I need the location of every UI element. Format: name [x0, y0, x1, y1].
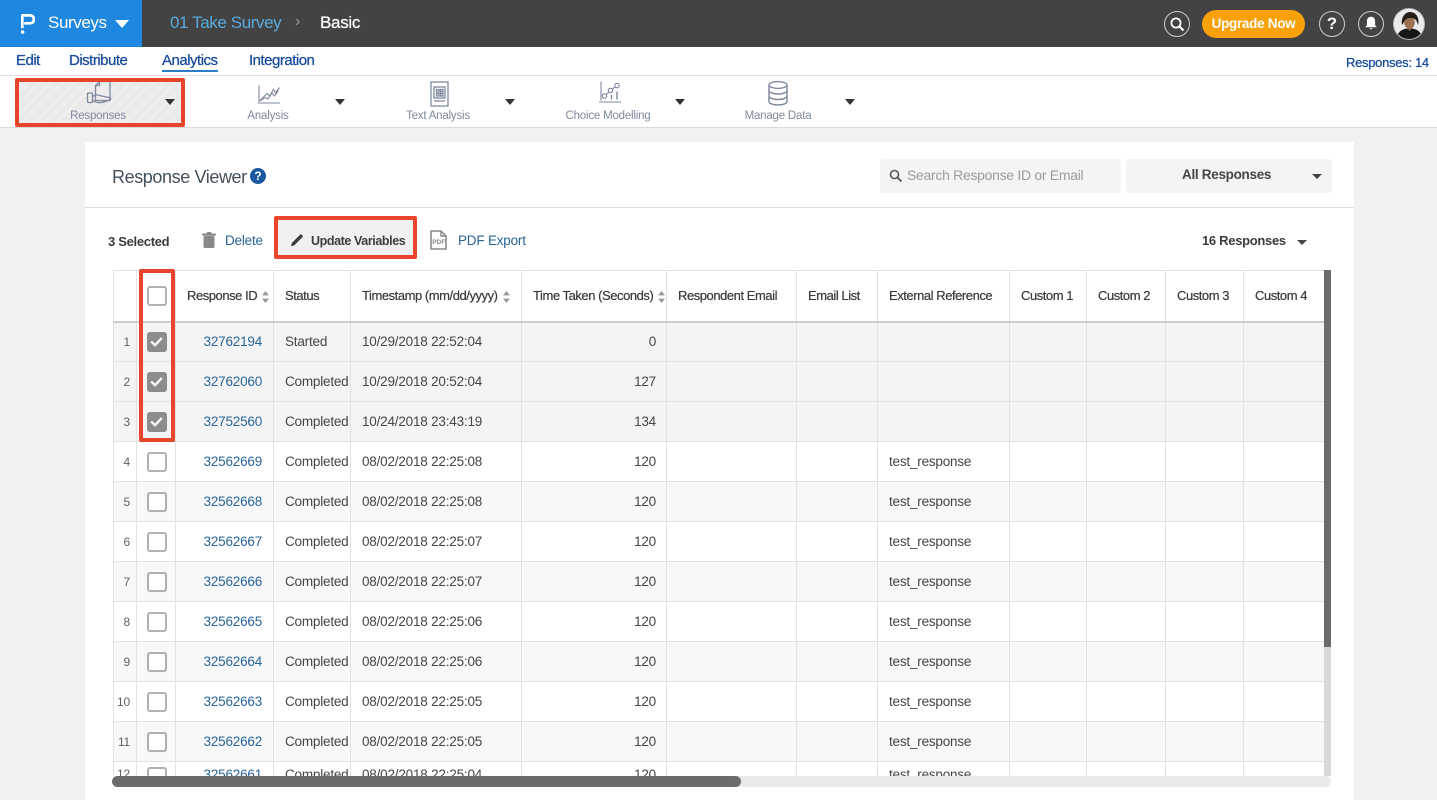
svg-text:PDF: PDF [432, 239, 445, 246]
